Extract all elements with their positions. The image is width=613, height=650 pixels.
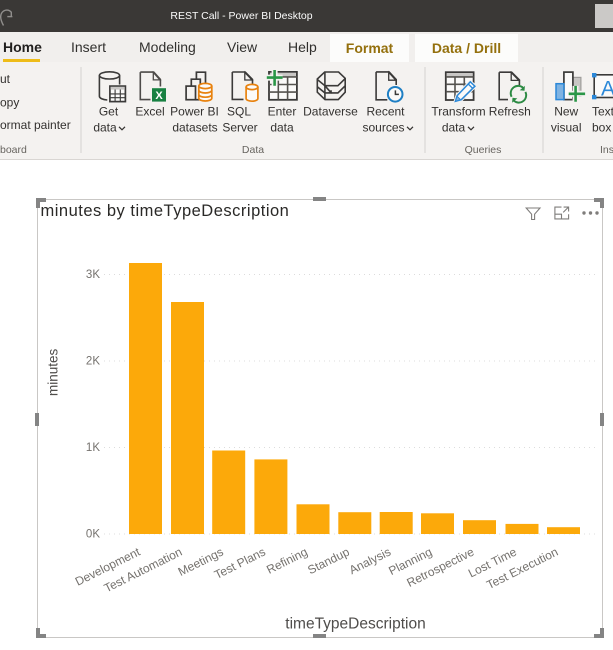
svg-text:Analysis: Analysis (347, 545, 393, 577)
svg-text:ut: ut (0, 72, 11, 86)
svg-text:opy: opy (0, 96, 19, 110)
svg-text:data: data (270, 121, 294, 135)
svg-text:Standup: Standup (305, 545, 352, 578)
svg-text:0K: 0K (86, 529, 100, 541)
svg-text:box: box (592, 121, 611, 135)
svg-text:Server: Server (222, 121, 257, 135)
svg-text:visual: visual (551, 121, 582, 135)
svg-text:Text: Text (592, 105, 613, 119)
svg-text:SQL: SQL (227, 105, 251, 119)
svg-text:Dataverse: Dataverse (303, 105, 358, 119)
svg-text:New: New (554, 105, 578, 119)
svg-text:3K: 3K (86, 269, 100, 281)
svg-text:Enter: Enter (268, 105, 297, 119)
svg-text:timeTypeDescription: timeTypeDescription (285, 616, 425, 633)
svg-text:Refresh: Refresh (489, 105, 531, 119)
svg-text:datasets: datasets (172, 121, 217, 135)
svg-text:Power BI: Power BI (170, 105, 219, 119)
svg-text:Queries: Queries (465, 144, 502, 156)
svg-text:2K: 2K (86, 356, 100, 368)
svg-text:ormat painter: ormat painter (0, 118, 71, 132)
svg-text:sources: sources (362, 121, 404, 135)
svg-text:1K: 1K (86, 442, 100, 454)
svg-text:Transform: Transform (431, 105, 485, 119)
svg-text:data: data (442, 121, 466, 135)
svg-text:minutes: minutes (46, 349, 61, 397)
svg-text:Refining: Refining (264, 545, 310, 577)
svg-text:Get: Get (99, 105, 119, 119)
svg-text:data: data (93, 121, 117, 135)
svg-text:X: X (155, 90, 163, 102)
svg-text:A: A (601, 78, 613, 101)
svg-text:Ins: Ins (600, 144, 613, 156)
svg-text:Recent: Recent (366, 105, 405, 119)
svg-text:board: board (0, 144, 27, 156)
svg-text:Excel: Excel (135, 105, 164, 119)
svg-text:Data: Data (242, 144, 264, 156)
